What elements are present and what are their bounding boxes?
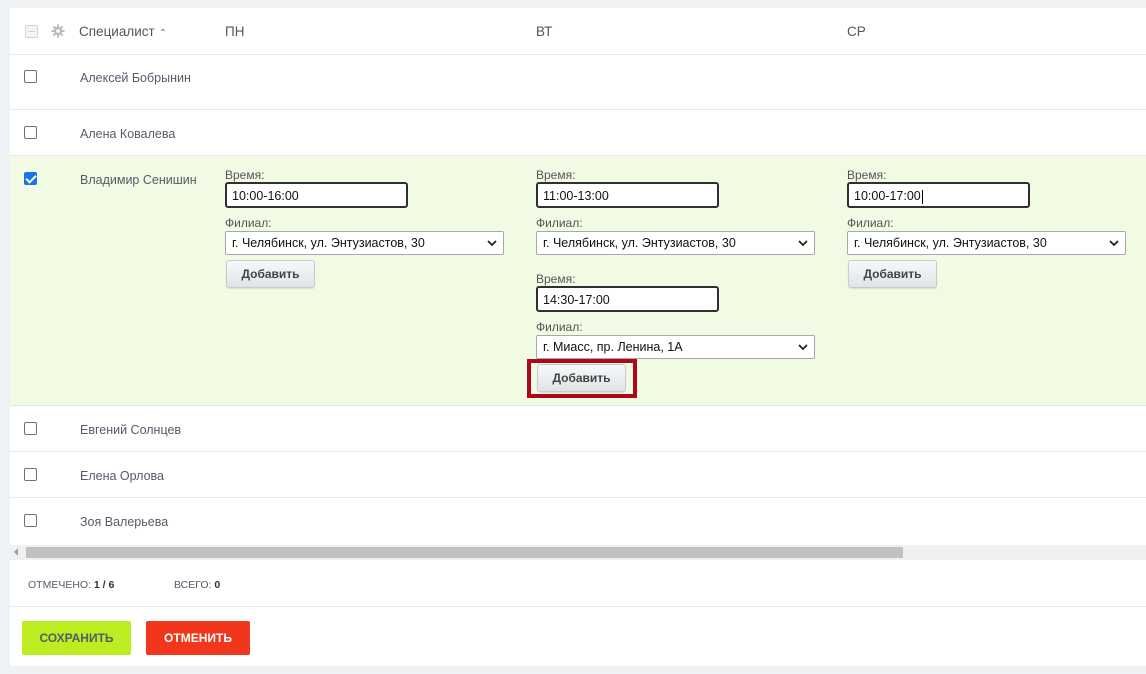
branch-label: Филиал: <box>847 216 894 230</box>
branch-select[interactable]: г. Челябинск, ул. Энтузиастов, 30 <box>847 231 1126 255</box>
time-label: Время: <box>847 168 887 182</box>
row-checkbox[interactable] <box>24 422 37 435</box>
table-row: Алексей Бобрынин <box>10 55 1146 110</box>
horizontal-scrollbar[interactable] <box>10 545 1146 560</box>
branch-select-value: г. Челябинск, ул. Энтузиастов, 30 <box>543 236 736 250</box>
row-checkbox[interactable] <box>24 70 37 83</box>
total-count-value: 0 <box>214 579 221 591</box>
grid-header: Специалист ⌃ ПН ВТ СР <box>10 8 1146 55</box>
time-input-value: 10:00-17:00 <box>854 189 921 203</box>
row-checkbox[interactable] <box>24 468 37 481</box>
specialist-name[interactable]: Елена Орлова <box>80 469 200 484</box>
branch-select[interactable]: г. Челябинск, ул. Энтузиастов, 30 <box>225 231 504 255</box>
time-input[interactable]: 14:30-17:00 <box>536 286 719 312</box>
branch-select-value: г. Челябинск, ул. Энтузиастов, 30 <box>854 236 1047 250</box>
branch-label: Филиал: <box>536 216 583 230</box>
specialist-name[interactable]: Алена Ковалева <box>80 127 200 142</box>
row-checkbox[interactable] <box>24 126 37 139</box>
specialist-name[interactable]: Евгений Солнцев <box>80 423 200 438</box>
schedule-panel: Специалист ⌃ ПН ВТ СР Алексей Бобрынин Ал… <box>10 8 1146 666</box>
branch-select-value: г. Челябинск, ул. Энтузиастов, 30 <box>232 236 425 250</box>
branch-select-value: г. Миасс, пр. Ленина, 1А <box>543 340 683 354</box>
caret-up-icon: ⌃ <box>158 28 168 39</box>
time-label: Время: <box>536 272 576 286</box>
chevron-down-icon <box>1109 240 1119 247</box>
branch-label: Филиал: <box>225 216 272 230</box>
checked-count-value: 1 / 6 <box>93 579 115 591</box>
scroll-left-arrow-icon[interactable] <box>14 548 18 556</box>
specialist-name[interactable]: Владимир Сенишин <box>80 173 200 188</box>
gear-icon[interactable] <box>51 24 65 38</box>
chevron-down-icon <box>798 344 808 351</box>
checked-count-label: Отмечено: <box>28 579 91 591</box>
table-row: Зоя Валерьева <box>10 498 1146 544</box>
column-header-tue: ВТ <box>536 24 553 39</box>
time-label: Время: <box>536 168 576 182</box>
row-checkbox[interactable] <box>24 514 37 527</box>
table-row-selected: Владимир Сенишин Время: 10:00-16:00 Фили… <box>10 156 1146 406</box>
time-input[interactable]: 11:00-13:00 <box>536 182 719 208</box>
column-header-mon: ПН <box>225 24 245 39</box>
column-header-wed: СР <box>847 24 866 39</box>
chevron-down-icon <box>487 240 497 247</box>
chevron-down-icon <box>798 240 808 247</box>
branch-select[interactable]: г. Миасс, пр. Ленина, 1А <box>536 335 815 359</box>
branch-label: Филиал: <box>536 320 583 334</box>
total-count-label: Всего: <box>174 579 212 591</box>
column-header-specialist[interactable]: Специалист ⌃ <box>79 24 167 39</box>
row-checkbox[interactable] <box>24 172 37 185</box>
text-cursor <box>921 189 923 204</box>
add-button[interactable]: Добавить <box>848 260 937 288</box>
divider <box>10 606 1146 607</box>
table-row: Евгений Солнцев <box>10 406 1146 452</box>
add-button[interactable]: Добавить <box>537 364 626 392</box>
table-row: Алена Ковалева <box>10 110 1146 156</box>
branch-select[interactable]: г. Челябинск, ул. Энтузиастов, 30 <box>536 231 815 255</box>
specialist-name[interactable]: Алексей Бобрынин <box>80 71 200 86</box>
time-label: Время: <box>225 168 265 182</box>
select-all-checkbox[interactable] <box>25 25 38 38</box>
time-input-focused[interactable]: 10:00-17:00 <box>847 182 1030 208</box>
add-button[interactable]: Добавить <box>226 260 315 288</box>
scrollbar-thumb[interactable] <box>26 547 903 558</box>
checked-count: Отмечено: 1 / 6 <box>28 579 114 591</box>
table-row: Елена Орлова <box>10 452 1146 498</box>
specialist-header-label: Специалист <box>79 24 155 39</box>
time-input[interactable]: 10:00-16:00 <box>225 182 408 208</box>
total-count: Всего: 0 <box>174 579 220 591</box>
specialist-name[interactable]: Зоя Валерьева <box>80 515 200 530</box>
cancel-button[interactable]: ОТМЕНИТЬ <box>146 621 250 655</box>
save-button[interactable]: СОХРАНИТЬ <box>22 621 131 655</box>
